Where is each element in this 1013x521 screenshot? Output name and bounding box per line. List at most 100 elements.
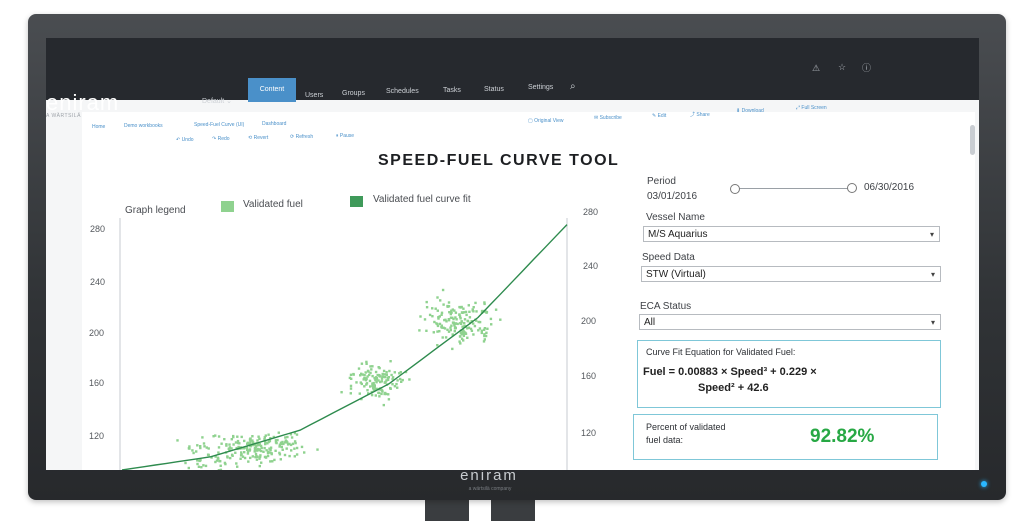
scatter-point	[288, 442, 291, 446]
star-icon[interactable]: ☆	[838, 62, 846, 73]
scatter-point	[475, 310, 478, 313]
share-button[interactable]: ⤴ Share	[690, 111, 710, 118]
scatter-point	[220, 442, 223, 445]
scatter-point	[267, 440, 270, 444]
scatter-point	[445, 320, 448, 323]
breadcrumb-home[interactable]: Home	[92, 124, 105, 130]
breadcrumb-workbook[interactable]: Speed-Fuel Curve (UI)	[194, 122, 244, 128]
scatter-point	[228, 443, 231, 446]
scatter-point	[463, 318, 467, 321]
scatter-point	[360, 362, 364, 365]
scatter-point	[436, 322, 439, 326]
scatter-point	[263, 446, 266, 450]
help-icon[interactable]: ⓘ	[862, 61, 871, 74]
nav-item-settings[interactable]: Settings	[528, 84, 553, 91]
speed-select[interactable]: STW (Virtual) ▾	[641, 266, 941, 282]
breadcrumb-workbooks[interactable]: Demo workbooks	[124, 123, 163, 129]
scatter-point	[494, 308, 498, 311]
scatter-point	[446, 328, 449, 331]
original-view-button[interactable]: ▢ Original View	[528, 118, 564, 124]
scatter-point	[381, 375, 384, 378]
scatter-point	[207, 453, 210, 457]
edit-button[interactable]: ✎ Edit	[652, 113, 666, 119]
nav-item-schedules[interactable]: Schedules	[386, 88, 419, 95]
scatter-point	[438, 322, 442, 326]
scatter-point	[288, 454, 291, 458]
scatter-point	[384, 391, 387, 395]
scatter-point	[441, 336, 444, 339]
scatter-point	[219, 468, 223, 470]
scatter-point	[243, 439, 246, 443]
scatter-point	[219, 460, 222, 463]
undo-button[interactable]: ↶ Undo	[176, 137, 194, 143]
scatter-point	[486, 327, 489, 330]
subscribe-button[interactable]: ✉ Subscribe	[594, 115, 622, 121]
scatter-point	[472, 310, 475, 313]
nav-item-groups[interactable]: Groups	[342, 90, 365, 97]
breadcrumb-dashboard[interactable]: Dashboard	[262, 121, 286, 127]
period-slider-start-handle[interactable]	[730, 184, 740, 194]
eca-select[interactable]: All ▾	[639, 314, 941, 330]
warning-icon[interactable]: ⚠	[812, 63, 820, 74]
vessel-select[interactable]: M/S Aquarius ▾	[643, 226, 940, 242]
scatter-point	[349, 392, 352, 395]
scatter-point	[374, 394, 377, 397]
speed-value: STW (Virtual)	[646, 269, 706, 280]
scatter-point	[482, 328, 486, 331]
scatter-point	[465, 313, 468, 317]
legend-label-curve-fit: Validated fuel curve fit	[373, 194, 471, 205]
scatter-point	[377, 366, 380, 369]
legend-heading: Graph legend	[125, 205, 186, 216]
scatter-point	[281, 448, 284, 451]
edit-label: Edit	[657, 113, 667, 119]
pause-button[interactable]: ⏸ Pause	[336, 133, 354, 139]
y-tick-right: 200	[581, 316, 597, 326]
scatter-point	[358, 392, 361, 395]
scatter-point	[458, 335, 462, 338]
scatter-point	[215, 459, 219, 462]
scatter-point	[423, 318, 427, 321]
scatter-point	[274, 449, 277, 452]
scatter-point	[283, 453, 287, 457]
nav-item-tasks[interactable]: Tasks	[443, 87, 461, 94]
y-tick-left: 280	[90, 224, 106, 234]
scatter-point	[458, 313, 461, 316]
scatter-point	[419, 315, 422, 318]
redo-button[interactable]: ↷ Redo	[212, 136, 230, 142]
scatter-point	[202, 464, 205, 467]
revert-button[interactable]: ⟲ Revert	[248, 135, 268, 141]
scatter-point	[431, 307, 434, 310]
pause-label: Pause	[339, 133, 355, 139]
scatter-point	[483, 338, 486, 341]
nav-item-content[interactable]: Content	[248, 78, 296, 102]
scatter-point	[362, 378, 365, 381]
scatter-point	[260, 446, 263, 450]
scatter-point	[223, 438, 226, 441]
vertical-scrollbar[interactable]	[970, 125, 975, 155]
nav-default-dropdown[interactable]: Default ⌄	[202, 97, 232, 105]
scatter-point	[447, 319, 451, 322]
refresh-button[interactable]: ⟳ Refresh	[290, 134, 313, 140]
scatter-point	[239, 457, 242, 460]
period-slider-end-handle[interactable]	[847, 183, 857, 193]
scatter-point	[232, 443, 235, 446]
period-slider-track[interactable]	[734, 188, 852, 189]
scatter-point	[440, 313, 443, 316]
scatter-point	[240, 435, 243, 439]
scatter-point	[267, 433, 270, 436]
full-screen-label: Full Screen	[801, 105, 827, 111]
nav-item-status[interactable]: Status	[484, 86, 504, 93]
scatter-point	[370, 393, 374, 397]
scatter-point	[385, 371, 388, 374]
nav-item-users[interactable]: Users	[305, 92, 323, 99]
scatter-point	[484, 334, 488, 338]
scatter-point	[253, 450, 256, 453]
download-button[interactable]: ⬇ Download	[736, 108, 764, 114]
search-icon[interactable]: ⌕	[570, 81, 576, 92]
scatter-point	[436, 309, 439, 312]
scatter-point	[176, 439, 179, 442]
scatter-point	[285, 447, 288, 450]
scatter-point	[478, 327, 482, 330]
scatter-point	[425, 300, 428, 304]
full-screen-button[interactable]: ⤢ Full Screen	[796, 105, 827, 111]
